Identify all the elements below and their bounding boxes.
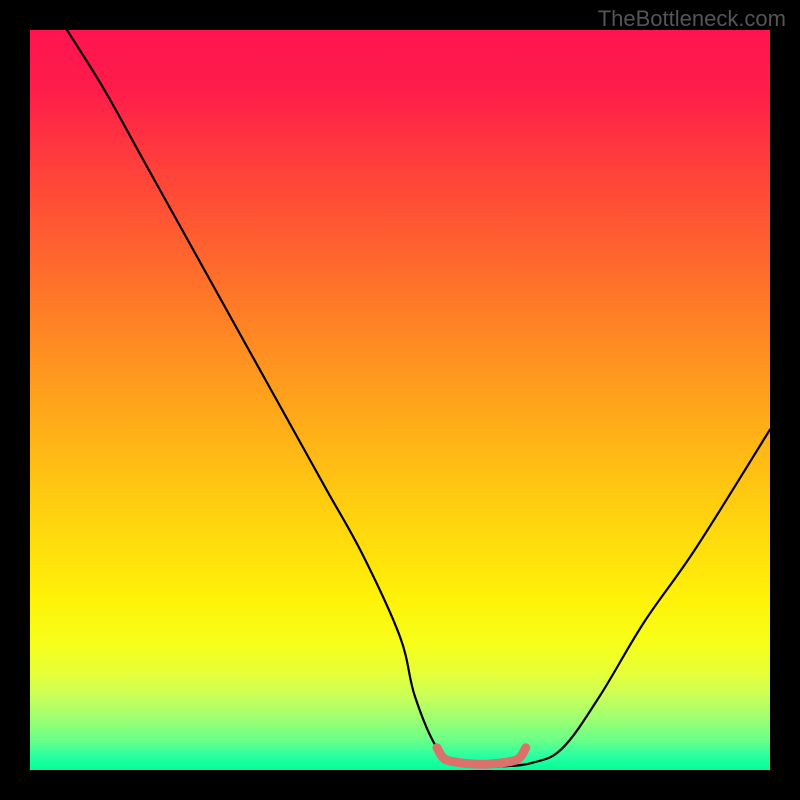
bottleneck-curve bbox=[67, 30, 770, 767]
optimal-zone-marker bbox=[437, 748, 526, 764]
attribution-text: TheBottleneck.com bbox=[598, 6, 786, 32]
plot-area bbox=[30, 30, 770, 770]
chart-svg bbox=[30, 30, 770, 770]
